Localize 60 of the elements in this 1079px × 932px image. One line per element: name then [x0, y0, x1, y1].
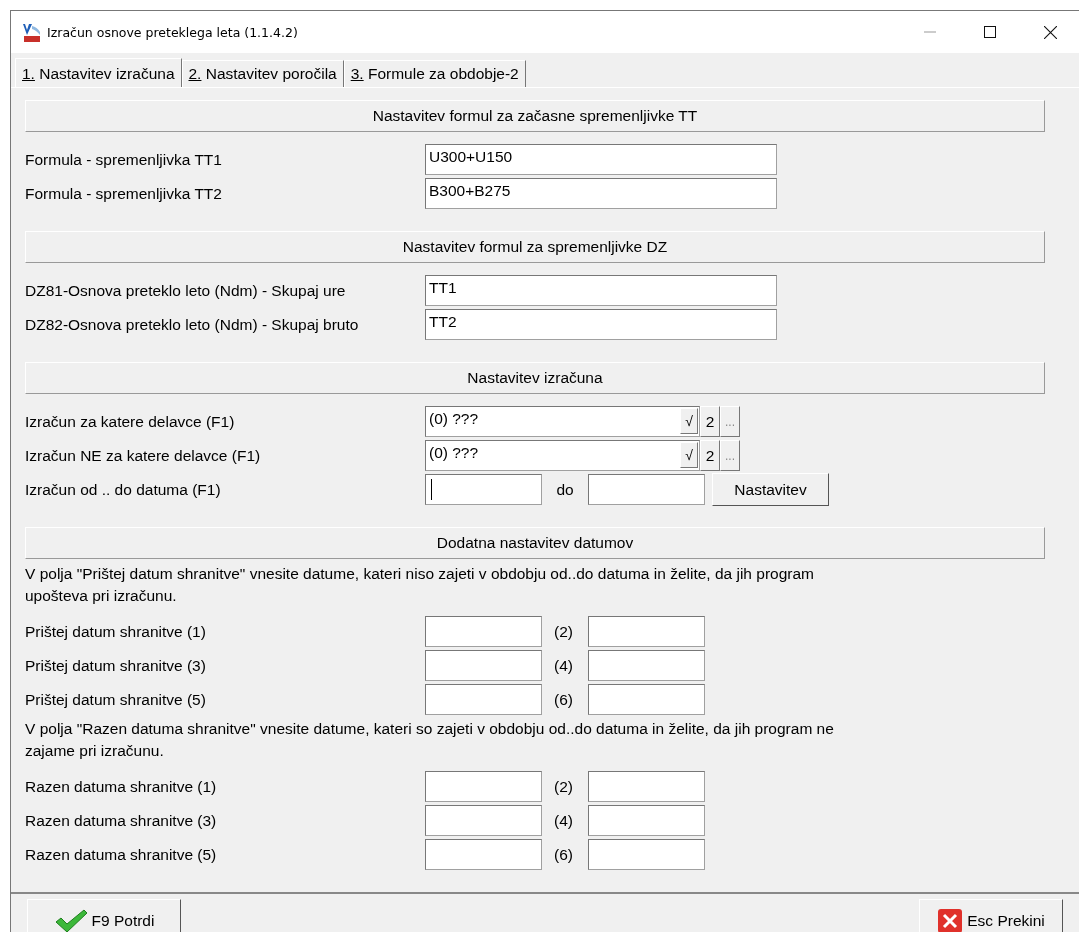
- select-field[interactable]: (0) ??? √: [425, 406, 700, 437]
- date-field[interactable]: [588, 684, 705, 715]
- section-header: Nastavitev izračuna: [25, 362, 1045, 394]
- field-label: Razen datuma shranitve (5): [25, 845, 218, 864]
- date-field[interactable]: [588, 805, 705, 836]
- close-icon: [937, 907, 964, 932]
- field-label: Izračun od .. do datuma (F1): [25, 480, 222, 499]
- section-header: Nastavitev formul za začasne spremenljivke TT: [25, 100, 1045, 132]
- section-header: Nastavitev formul za spremenljivke DZ: [25, 231, 1045, 263]
- close-icon[interactable]: [1044, 25, 1057, 39]
- date-field[interactable]: [588, 616, 705, 647]
- field-label: DZ82-Osnova preteklo leto (Ndm) - Skupaj bruto: [25, 315, 360, 334]
- field-label: DZ81-Osnova preteklo leto (Ndm) - Skupaj ure: [25, 281, 347, 300]
- field-label: (6): [553, 845, 574, 864]
- tab[interactable]: 2. Nastavitev poročila: [181, 60, 344, 87]
- field-label: Prištej datum shranitve (5): [25, 690, 207, 709]
- field-label: Razen datuma shranitve (3): [25, 811, 218, 830]
- date-field[interactable]: [588, 771, 705, 802]
- field-label: Razen datuma shranitve (1): [25, 777, 218, 796]
- field-label: Izračun NE za katere delavce (F1): [25, 446, 262, 465]
- date-field[interactable]: [425, 684, 542, 715]
- tab[interactable]: 3. Formule za obdobje-2: [343, 60, 526, 87]
- field-label: Prištej datum shranitve (1): [25, 622, 207, 641]
- cancel-button[interactable]: Esc Prekini: [919, 899, 1063, 932]
- date-field[interactable]: [425, 650, 542, 681]
- input-field[interactable]: TT2: [425, 309, 777, 340]
- field-label: Prištej datum shranitve (3): [25, 656, 207, 675]
- field-label: (4): [553, 656, 574, 675]
- app-logo-icon: [21, 22, 41, 42]
- field-label: (6): [553, 690, 574, 709]
- date-field[interactable]: [588, 474, 705, 505]
- field-label: Formula - spremenljivka TT2: [25, 184, 223, 203]
- date-field[interactable]: [425, 805, 542, 836]
- date-field[interactable]: [588, 839, 705, 870]
- input-field[interactable]: TT1: [425, 275, 777, 306]
- date-field[interactable]: [425, 771, 542, 802]
- instruction-text: V polja "Razen datuma shranitve" vnesite datume, kateri so zajeti v obdobju od..do datuma in želite, da jih program ne zajame pri izračunu.: [25, 719, 835, 761]
- confirm-button[interactable]: F9 Potrdi: [27, 899, 181, 932]
- count-button[interactable]: 2: [700, 406, 720, 437]
- settings-button[interactable]: Nastavitev: [712, 473, 829, 506]
- field-label: do: [555, 480, 575, 499]
- select-field[interactable]: (0) ??? √: [425, 440, 700, 471]
- date-field[interactable]: [588, 650, 705, 681]
- field-label: Izračun za katere delavce (F1): [25, 412, 236, 431]
- field-label: (2): [553, 777, 574, 796]
- checkmark-icon: [53, 908, 88, 932]
- date-field[interactable]: [425, 474, 542, 505]
- window-title: Izračun osnove preteklega leta (1.1.4.2): [47, 24, 298, 40]
- section-header: Dodatna nastavitev datumov: [25, 527, 1045, 559]
- input-field[interactable]: B300+B275: [425, 178, 777, 209]
- field-label: (4): [553, 811, 574, 830]
- count-button[interactable]: 2: [700, 440, 720, 471]
- maximize-icon[interactable]: [984, 26, 996, 38]
- date-field[interactable]: [425, 839, 542, 870]
- instruction-text: V polja "Prištej datum shranitve" vnesite datume, kateri niso zajeti v obdobju od..do datuma in želite, da jih program upošteva pri izračunu.: [25, 564, 815, 606]
- tab[interactable]: 1. Nastavitev izračuna: [15, 58, 182, 87]
- date-field[interactable]: [425, 616, 542, 647]
- field-label: Formula - spremenljivka TT1: [25, 150, 223, 169]
- input-field[interactable]: U300+U150: [425, 144, 777, 175]
- field-label: (2): [553, 622, 574, 641]
